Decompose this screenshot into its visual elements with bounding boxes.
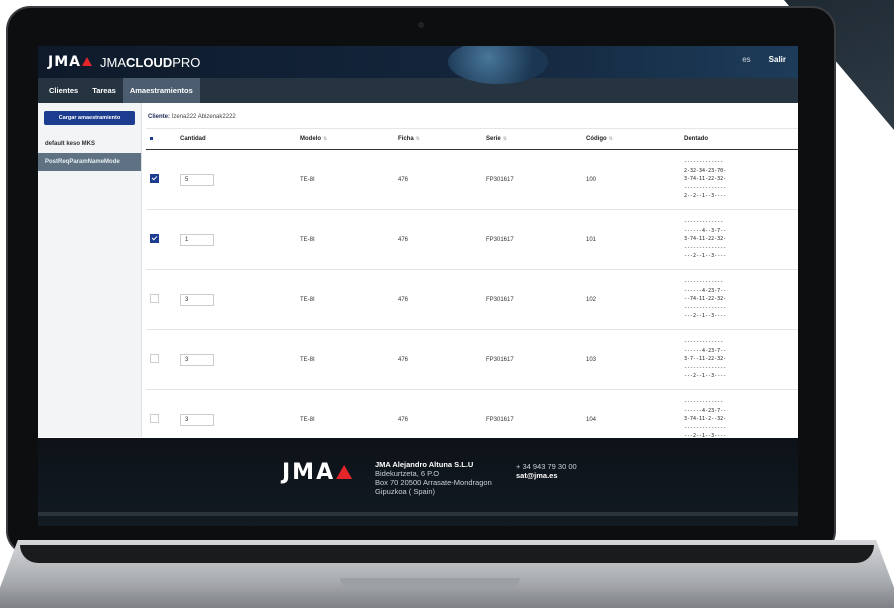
- cantidad-cell: 5: [176, 149, 296, 210]
- laptop-screen: JMA JMACLOUDPRO es Salir Clientes Tareas…: [38, 46, 798, 526]
- row-select-cell: [146, 209, 176, 270]
- logout-link[interactable]: Salir: [769, 55, 786, 64]
- codigo-cell: 101: [582, 209, 680, 270]
- serie-cell: FP301617: [482, 269, 582, 330]
- codigo-cell: 103: [582, 329, 680, 390]
- tab-tareas[interactable]: Tareas: [85, 78, 123, 103]
- dentado-code: ------------- ------4-23-7-- --74-11-22-…: [684, 279, 727, 320]
- laptop-hinge: [20, 545, 874, 563]
- dentado-code: ------------- 2-32-34-23-70- 3-74-11-22-…: [684, 159, 727, 200]
- company-name: JMA Alejandro Altuna S.L.U: [375, 460, 474, 469]
- dentado-cell: ------------- ------4-23-7-- --74-11-22-…: [680, 269, 798, 330]
- camera-dot: [418, 22, 424, 28]
- cantidad-cell: 1: [176, 209, 296, 270]
- tab-clientes[interactable]: Clientes: [42, 78, 85, 103]
- sidebar: Cargar amaestramiento default keso MKS P…: [38, 103, 142, 437]
- brand-title: JMACLOUDPRO: [99, 54, 201, 70]
- sort-icon[interactable]: ⇅: [503, 136, 507, 142]
- cantidad-cell: 3: [176, 269, 296, 330]
- serie-cell: FP301617: [482, 149, 582, 210]
- row-checkbox[interactable]: [150, 174, 159, 183]
- client-name: Izena222 Abizenak2222: [171, 114, 236, 120]
- logo-mark-icon: [336, 465, 353, 479]
- table-row: 3 TE-8I 476 FP301617 103 ------------- ------…: [146, 329, 798, 390]
- dentado-cell: ------------- 2-32-34-23-70- 3-74-11-22-…: [680, 149, 798, 210]
- language-selector[interactable]: es: [742, 55, 750, 64]
- serie-cell: FP301617: [482, 209, 582, 270]
- row-select-cell: [146, 269, 176, 330]
- select-all-header[interactable]: [146, 128, 176, 150]
- table-row: 3 TE-8I 476 FP301617 102 ------------- ------…: [146, 269, 798, 330]
- quantity-input[interactable]: 5: [180, 173, 214, 186]
- row-select-cell: [146, 329, 176, 390]
- sort-icon[interactable]: ⇅: [323, 136, 327, 142]
- sort-icon[interactable]: ⇅: [416, 136, 420, 142]
- email-link[interactable]: sat@jma.es: [516, 471, 558, 480]
- laptop-notch: [340, 578, 520, 588]
- dentado-code: ------------- ------4--3-7-- 3-74-11-22-…: [684, 219, 727, 260]
- cantidad-cell: 3: [176, 329, 296, 390]
- main-panel: Cliente: Izena222 Abizenak2222 Cantidad …: [142, 103, 798, 450]
- footer: JMA JMA Alejandro Altuna S.L.U Bidekurtz…: [38, 438, 798, 526]
- dentado-cell: ------------- ------4--3-7-- 3-74-11-22-…: [680, 209, 798, 270]
- col-serie[interactable]: Serie ⇅: [482, 128, 582, 150]
- jma-logo[interactable]: JMA: [48, 54, 100, 70]
- row-checkbox[interactable]: [150, 414, 159, 423]
- load-amaestramiento-button[interactable]: Cargar amaestramiento: [44, 111, 135, 125]
- keys-table: Cantidad Modelo ⇅ Ficha ⇅ Serie ⇅ Código ⇅ D…: [146, 128, 798, 450]
- sidebar-item-default-keso[interactable]: default keso MKS: [38, 135, 141, 153]
- main-nav: Clientes Tareas Amaestramientos: [38, 78, 798, 103]
- modelo-cell: TE-8I: [296, 149, 394, 210]
- quantity-input[interactable]: 3: [180, 293, 214, 306]
- dentado-code: ------------- ------4-23-7-- 3-7--11-22-…: [684, 339, 727, 380]
- logo-mark-icon: [81, 57, 92, 66]
- col-ficha[interactable]: Ficha ⇅: [394, 128, 482, 150]
- select-all-icon[interactable]: [150, 137, 153, 140]
- sort-icon[interactable]: ⇅: [609, 136, 613, 142]
- row-checkbox[interactable]: [150, 234, 159, 243]
- company-address: JMA Alejandro Altuna S.L.U Bidekurtzeta,…: [375, 460, 492, 496]
- quantity-input[interactable]: 3: [180, 353, 214, 366]
- codigo-cell: 100: [582, 149, 680, 210]
- row-select-cell: [146, 149, 176, 210]
- dentado-cell: ------------- ------4-23-7-- 3-7--11-22-…: [680, 329, 798, 390]
- laptop-bezel: JMA JMACLOUDPRO es Salir Clientes Tareas…: [8, 8, 834, 553]
- col-dentado: Dentado: [680, 128, 798, 150]
- contact-info: + 34 943 79 30 00 sat@jma.es: [516, 462, 577, 480]
- codigo-cell: 102: [582, 269, 680, 330]
- footer-logo: JMA: [282, 460, 360, 485]
- serie-cell: FP301617: [482, 329, 582, 390]
- quantity-input[interactable]: 3: [180, 413, 214, 426]
- client-line: Cliente: Izena222 Abizenak2222: [148, 114, 236, 120]
- app-header: JMA JMACLOUDPRO es Salir: [38, 46, 798, 84]
- modelo-cell: TE-8I: [296, 269, 394, 330]
- table-row: 5 TE-8I 476 FP301617 100 ------------- 2-32-3…: [146, 149, 798, 210]
- dentado-code: ------------- ------4-23-7-- 3-74-11-2--…: [684, 399, 727, 440]
- modelo-cell: TE-8I: [296, 209, 394, 270]
- ficha-cell: 476: [394, 269, 482, 330]
- col-modelo[interactable]: Modelo ⇅: [296, 128, 394, 150]
- table-row: 1 TE-8I 476 FP301617 101 ------------- ------…: [146, 209, 798, 270]
- ficha-cell: 476: [394, 149, 482, 210]
- tab-amaestramientos[interactable]: Amaestramientos: [122, 78, 200, 103]
- phone-number[interactable]: + 34 943 79 30 00: [516, 462, 577, 471]
- row-checkbox[interactable]: [150, 354, 159, 363]
- col-cantidad: Cantidad: [176, 128, 296, 150]
- ficha-cell: 476: [394, 209, 482, 270]
- footer-divider: [38, 512, 798, 516]
- quantity-input[interactable]: 1: [180, 233, 214, 246]
- col-codigo[interactable]: Código ⇅: [582, 128, 680, 150]
- modelo-cell: TE-8I: [296, 329, 394, 390]
- ficha-cell: 476: [394, 329, 482, 390]
- row-checkbox[interactable]: [150, 294, 159, 303]
- sidebar-item-postreqparam[interactable]: PostReqParamNameMode: [38, 153, 141, 171]
